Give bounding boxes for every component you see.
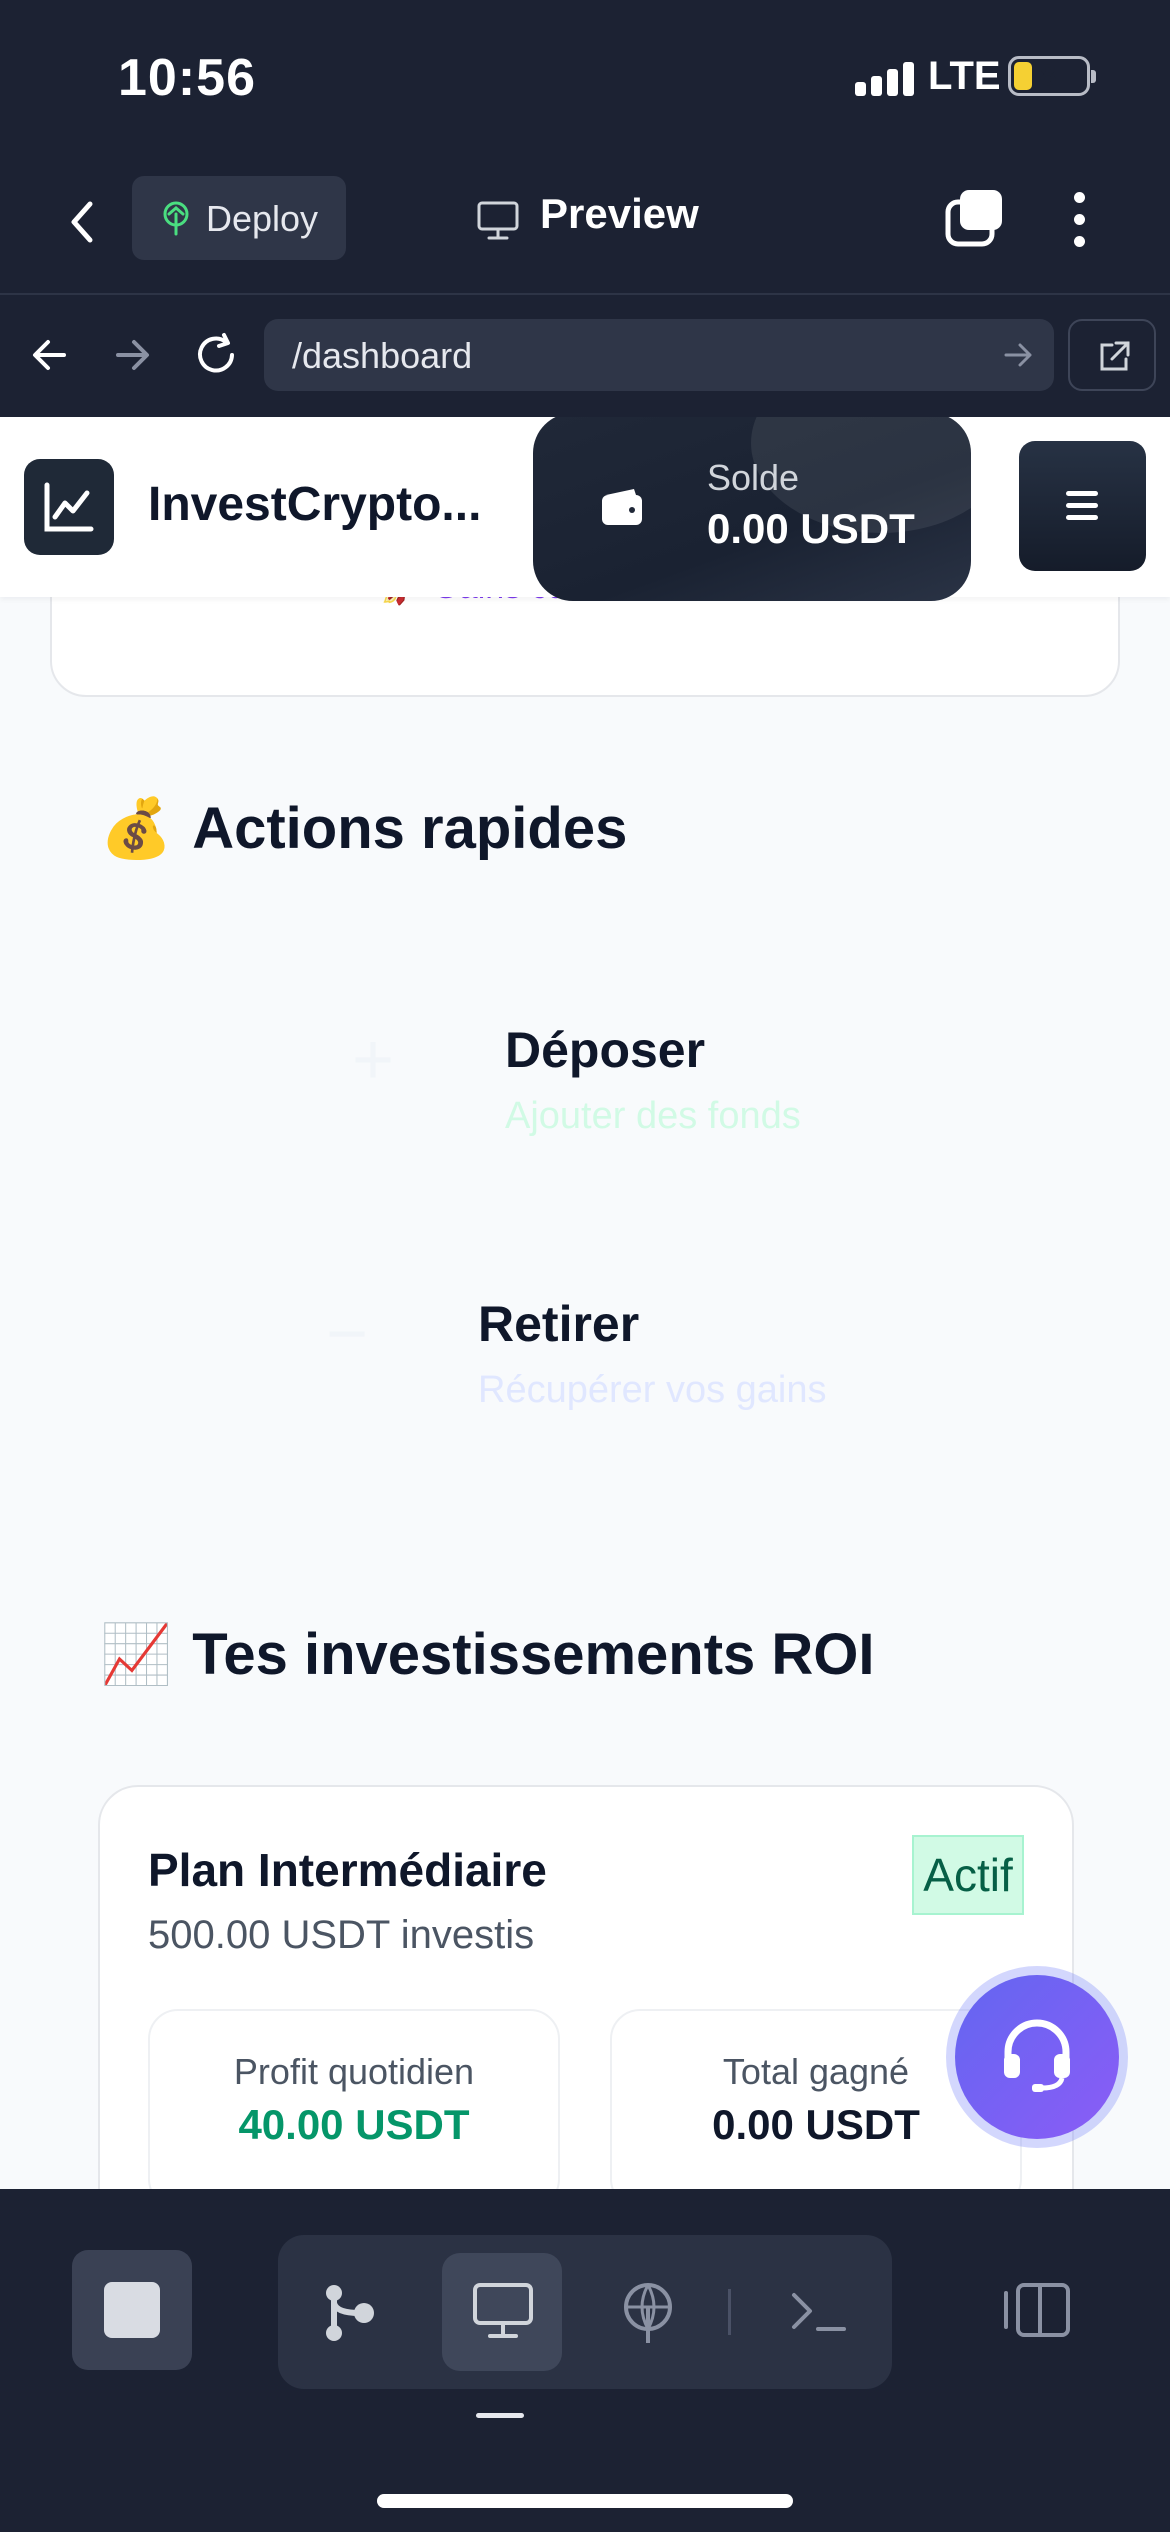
signal-icon	[855, 62, 917, 96]
network-type: LTE	[928, 54, 1001, 98]
back-chevron-icon[interactable]	[58, 192, 108, 252]
headset-icon	[1004, 2019, 1070, 2092]
deposit-action[interactable]: + Déposer Ajouter des fonds	[0, 977, 1170, 1157]
reload-icon[interactable]	[188, 327, 244, 383]
total-earned-value: 0.00 USDT	[712, 2101, 920, 2148]
wallet-icon	[602, 489, 642, 525]
chart-logo-icon	[44, 482, 94, 532]
drag-handle[interactable]	[476, 2413, 524, 2418]
deposit-subtitle: Ajouter des fonds	[505, 1095, 801, 1137]
plus-icon: +	[352, 1020, 395, 1100]
panel-icon[interactable]	[1000, 2279, 1074, 2341]
app-toolbar: Deploy Preview	[0, 150, 1170, 295]
external-link-button[interactable]	[1068, 319, 1156, 391]
deploy-tool[interactable]	[588, 2253, 708, 2371]
withdraw-title: Retirer	[478, 1296, 640, 1352]
deploy-button[interactable]: Deploy	[132, 176, 346, 260]
monitor-icon	[473, 2283, 533, 2338]
battery-level: 8	[1039, 59, 1057, 92]
terminal-icon	[792, 2293, 846, 2331]
tool-group	[278, 2235, 892, 2389]
support-button[interactable]	[946, 1966, 1128, 2148]
site-header: InvestCrypto... Solde 0.00 USDT	[0, 417, 1170, 601]
branch-tool[interactable]	[290, 2253, 410, 2371]
balance-value: 0.00 USDT	[707, 505, 915, 552]
monitor-icon	[477, 201, 519, 240]
stop-icon[interactable]	[72, 2250, 192, 2370]
arrow-left-icon[interactable]	[22, 327, 78, 383]
quick-actions-title: 💰 Actions rapides	[100, 795, 627, 863]
withdraw-action[interactable]: − Retirer Récupérer vos gains	[0, 1253, 1170, 1433]
toolbar-divider	[728, 2289, 731, 2335]
investments-title-text: Tes investissements ROI	[192, 1622, 875, 1687]
minus-icon: −	[326, 1294, 369, 1374]
preview-label[interactable]: Preview	[540, 190, 699, 238]
daily-profit-stat: Profit quotidien 40.00 USDT	[148, 2009, 560, 2189]
withdraw-subtitle: Récupérer vos gains	[478, 1369, 827, 1411]
balance-card[interactable]: Solde 0.00 USDT	[533, 417, 971, 601]
investments-title: 📈 Tes investissements ROI	[100, 1621, 875, 1689]
terminal-tool[interactable]	[758, 2253, 878, 2371]
investment-card[interactable]: Plan Intermédiaire 500.00 USDT investis …	[98, 1785, 1074, 2189]
logo[interactable]	[24, 459, 114, 555]
chart-up-icon: 📈	[100, 1622, 173, 1687]
deploy-icon	[624, 2283, 672, 2343]
battery-icon: 8	[1008, 56, 1096, 96]
home-indicator[interactable]	[377, 2494, 793, 2508]
url-bar: /dashboard	[0, 297, 1170, 417]
deploy-label: Deploy	[206, 198, 319, 239]
go-arrow-icon[interactable]	[1000, 337, 1036, 373]
bottom-toolbar	[0, 2189, 1170, 2532]
hamburger-icon[interactable]	[1019, 441, 1146, 571]
url-text: /dashboard	[292, 335, 473, 376]
plan-name: Plan Intermédiaire	[148, 1844, 547, 1896]
status-badge: Actif	[912, 1835, 1024, 1915]
external-link-icon	[1100, 341, 1130, 371]
url-field[interactable]: /dashboard	[264, 319, 1054, 391]
quick-actions-title-text: Actions rapides	[192, 796, 628, 861]
deposit-title: Déposer	[505, 1022, 706, 1078]
daily-profit-label: Profit quotidien	[233, 2051, 475, 2092]
daily-profit-value: 40.00 USDT	[238, 2101, 470, 2148]
deploy-icon	[163, 201, 189, 236]
plan-amount: 500.00 USDT investis	[148, 1913, 535, 1957]
web-content: 🚀Gains cumulés InvestCrypto... Solde 0.0…	[0, 417, 1170, 2189]
arrow-right-icon[interactable]	[104, 327, 160, 383]
money-bag-icon: 💰	[100, 796, 173, 861]
status-time: 10:56	[118, 49, 256, 107]
branch-icon	[326, 2285, 374, 2341]
balance-label: Solde	[707, 457, 800, 498]
status-bar: 10:56 LTE 8	[0, 0, 1170, 150]
brand-name[interactable]: InvestCrypto...	[148, 477, 481, 532]
more-icon[interactable]	[1064, 188, 1096, 252]
preview-tool[interactable]	[442, 2253, 562, 2371]
tabs-icon[interactable]	[942, 186, 1006, 250]
